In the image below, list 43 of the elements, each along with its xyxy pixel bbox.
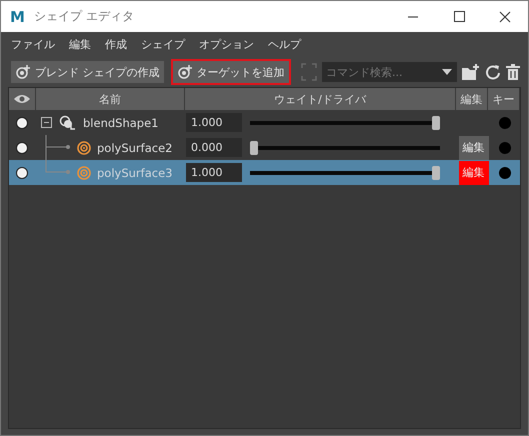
weight-field[interactable]: 1.000	[186, 163, 242, 182]
menu-item[interactable]: 作成	[99, 37, 133, 52]
menu-item[interactable]: シェイプ	[135, 37, 191, 52]
new-folder-icon[interactable]	[462, 64, 480, 80]
weight-slider[interactable]	[250, 140, 440, 154]
visibility-toggle[interactable]	[16, 142, 28, 154]
weight-field[interactable]: 1.000	[186, 113, 242, 132]
menu-item[interactable]: 編集	[63, 37, 97, 52]
eye-icon	[14, 94, 30, 104]
edit-button[interactable]: 編集	[458, 160, 488, 184]
key-indicator[interactable]	[498, 166, 510, 178]
blend-shape-icon	[59, 114, 77, 130]
weight-field[interactable]: 0.000	[186, 138, 242, 157]
visibility-toggle[interactable]	[16, 116, 28, 128]
menu-item[interactable]: オプション	[193, 37, 260, 52]
target-icon	[77, 166, 91, 180]
weight-slider[interactable]	[250, 116, 440, 130]
search-field[interactable]: コマンド検索...	[322, 62, 457, 82]
target-add-icon	[176, 64, 192, 80]
column-header: ウェイト/ドライバ	[185, 88, 455, 110]
edit-button[interactable]: 編集	[458, 136, 488, 160]
weight-slider[interactable]	[250, 166, 440, 180]
window-title: シェイプ エディタ	[34, 8, 134, 25]
toolbar-button[interactable]: ターゲットを追加	[170, 59, 290, 85]
menu-item[interactable]: ヘルプ	[262, 37, 307, 52]
toolbar-button[interactable]: ブレンド シェイプの作成	[9, 59, 166, 85]
shape-name: polySurface2	[97, 140, 172, 154]
dropdown-arrow-icon[interactable]	[442, 69, 452, 75]
target-icon	[77, 140, 91, 154]
target-add-icon	[15, 64, 31, 80]
column-header: 編集	[456, 88, 487, 110]
trash-icon[interactable]	[506, 64, 520, 80]
shape-name: polySurface3	[97, 166, 172, 180]
collapse-icon[interactable]	[41, 116, 53, 128]
shape-name: blendShape1	[83, 116, 158, 130]
column-header: 名前	[36, 88, 184, 110]
refresh-icon[interactable]	[485, 64, 501, 80]
menu-item[interactable]: ファイル	[5, 37, 61, 52]
column-header: キー	[488, 88, 519, 110]
visibility-toggle[interactable]	[16, 166, 28, 178]
table-row[interactable]: blendShape1 1.000	[9, 110, 520, 135]
table-row[interactable]: polySurface3 1.000 編集	[9, 160, 520, 185]
app-logo-icon: M	[10, 8, 26, 26]
